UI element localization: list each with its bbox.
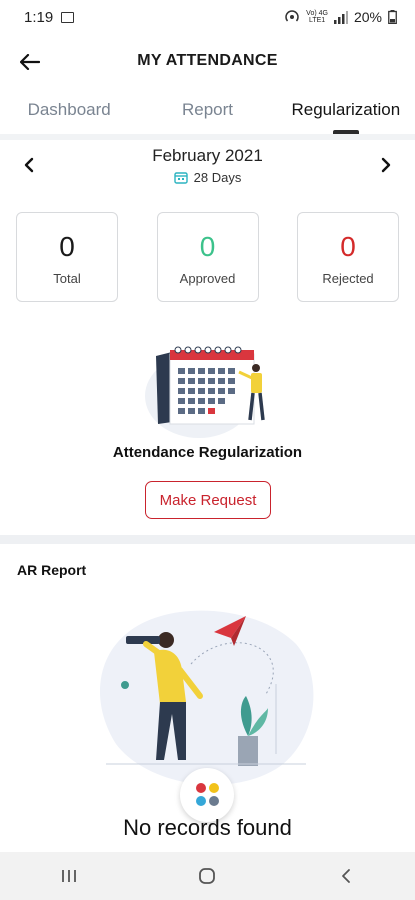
tab-regularization[interactable]: Regularization — [277, 94, 415, 134]
section-divider — [0, 535, 415, 544]
hotspot-icon — [285, 10, 299, 22]
stat-rejected-value: 0 — [340, 231, 356, 262]
month-label: February 2021 — [152, 146, 263, 165]
tabs-divider — [0, 134, 415, 140]
tab-report[interactable]: Report — [138, 94, 276, 134]
fab-dot-grey — [209, 796, 219, 806]
network-type-top: Vo) 4G — [306, 10, 328, 17]
app-header: MY ATTENDANCE — [0, 40, 415, 82]
stat-card-total: 0 Total — [16, 212, 118, 302]
next-month-button[interactable] — [371, 150, 401, 180]
status-bar: 1:19 Vo) 4G LTE1 20% — [0, 0, 415, 34]
gallery-notification-icon — [61, 11, 75, 23]
recent-apps-button[interactable] — [39, 856, 99, 896]
battery-percent: 20% — [353, 9, 382, 25]
tab-dashboard[interactable]: Dashboard — [0, 94, 138, 134]
fab-dot-red — [196, 783, 206, 793]
tab-bar: Dashboard Report Regularization — [0, 94, 415, 134]
network-type-bottom: LTE1 — [308, 17, 326, 24]
fab-dot-blue — [196, 796, 206, 806]
stat-approved-label: Approved — [179, 271, 236, 286]
arrow-left-icon — [20, 54, 40, 70]
ar-report-title: AR Report — [17, 562, 87, 578]
home-icon — [199, 868, 216, 884]
status-time: 1:19 — [24, 8, 54, 26]
recent-apps-icon — [62, 870, 77, 882]
page-title: MY ATTENDANCE — [137, 52, 278, 69]
days-count: 28 Days — [0, 170, 415, 185]
stat-total-value: 0 — [59, 231, 75, 262]
stat-approved-value: 0 — [199, 231, 216, 262]
stats-row: 0 Total 0 Approved 0 Rejected — [16, 212, 399, 302]
battery-icon — [388, 10, 397, 24]
previous-month-button[interactable] — [14, 150, 44, 180]
network-type: Vo) 4G LTE1 — [306, 10, 328, 24]
no-records-illustration — [99, 610, 314, 785]
status-right: Vo) 4G LTE1 20% — [284, 9, 397, 25]
month-selector: February 2021 28 Days — [0, 146, 415, 190]
calendar-illustration — [145, 346, 265, 438]
stat-total-label: Total — [53, 271, 81, 286]
stat-card-rejected: 0 Rejected — [297, 212, 399, 302]
back-button[interactable] — [16, 48, 44, 76]
stat-rejected-label: Rejected — [322, 271, 374, 286]
chevron-left-icon — [24, 157, 34, 173]
system-back-button[interactable] — [316, 856, 376, 896]
no-records-text: No records found — [123, 815, 292, 840]
stat-card-approved: 0 Approved — [156, 212, 259, 302]
days-label: 28 Days — [193, 170, 242, 185]
fab-dot-yellow — [209, 783, 219, 793]
system-nav-bar — [0, 852, 415, 900]
chevron-right-icon — [381, 157, 391, 173]
calendar-icon — [173, 172, 188, 184]
apps-fab-button[interactable] — [180, 768, 234, 822]
make-request-button[interactable]: Make Request — [145, 481, 271, 519]
regularization-title: Attendance Regularization — [112, 444, 303, 461]
signal-icon — [333, 10, 348, 24]
back-chevron-icon — [341, 869, 350, 883]
home-button[interactable] — [177, 856, 237, 896]
